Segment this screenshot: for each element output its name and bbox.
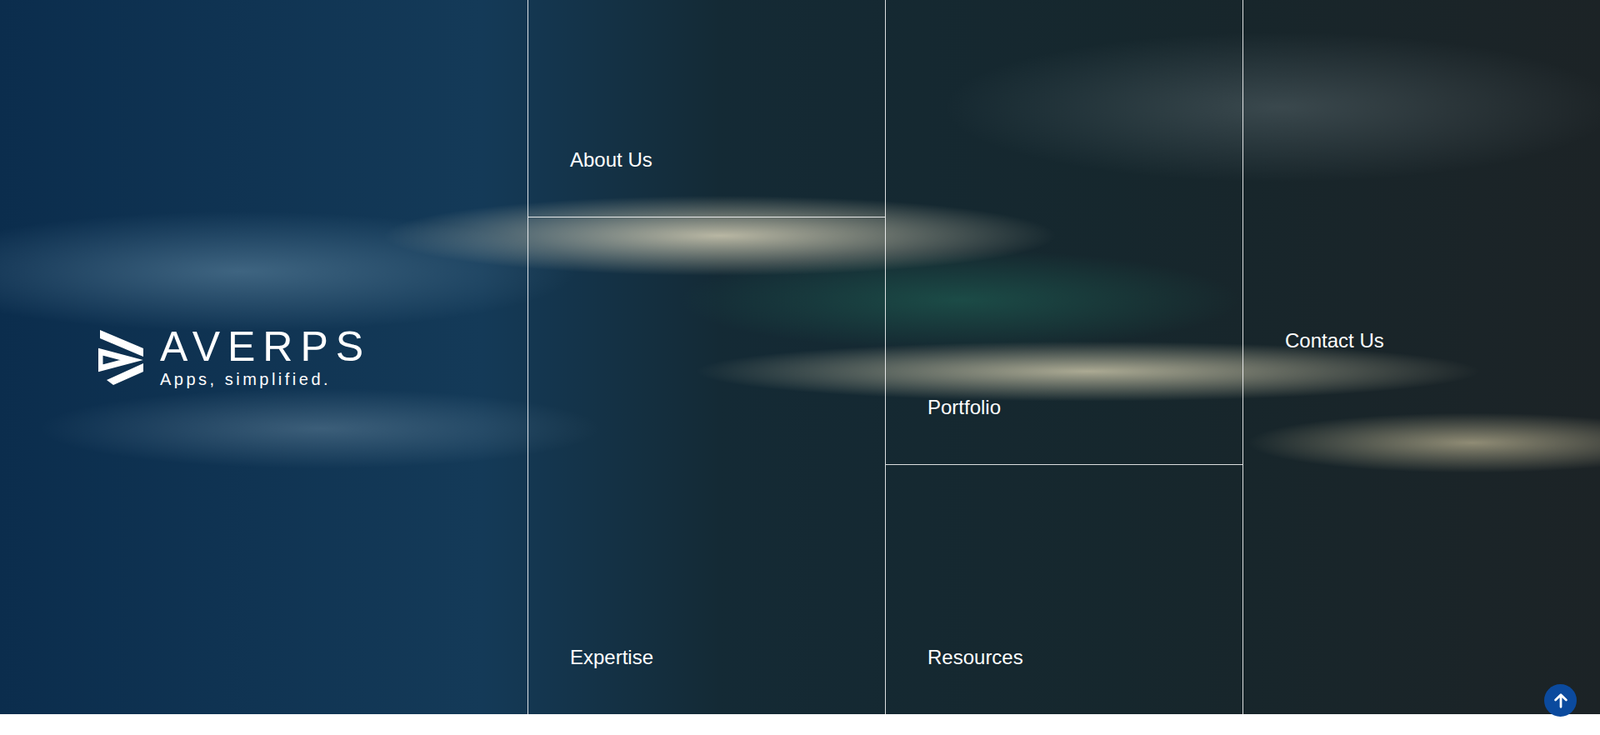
arrow-up-icon	[1551, 691, 1570, 710]
logo-name: AVERPS	[160, 325, 371, 370]
nav-tile[interactable]: Resources	[885, 465, 1243, 715]
nav-tile[interactable]: About Us	[528, 0, 885, 218]
nav-tile[interactable]: Portfolio	[885, 0, 1243, 465]
logo[interactable]: AVERPSApps, simplified.	[98, 325, 371, 390]
nav-column: Contact Us	[1242, 0, 1600, 715]
nav-column: About UsExpertise	[527, 0, 885, 715]
logo-text: AVERPSApps, simplified.	[160, 325, 371, 390]
nav-tile[interactable]: Expertise	[528, 217, 885, 715]
scroll-top-button[interactable]	[1544, 684, 1577, 717]
logo-tagline: Apps, simplified.	[160, 369, 371, 390]
logo-icon	[98, 330, 145, 385]
nav-tile[interactable]: Contact Us	[1243, 0, 1600, 715]
page: AVERPSApps, simplified. About UsExpertise…	[0, 0, 1600, 735]
hero: AVERPSApps, simplified. About UsExpertise…	[0, 0, 1600, 715]
brand: AVERPSApps, simplified.	[0, 0, 528, 715]
nav-column: PortfolioResources	[885, 0, 1243, 715]
